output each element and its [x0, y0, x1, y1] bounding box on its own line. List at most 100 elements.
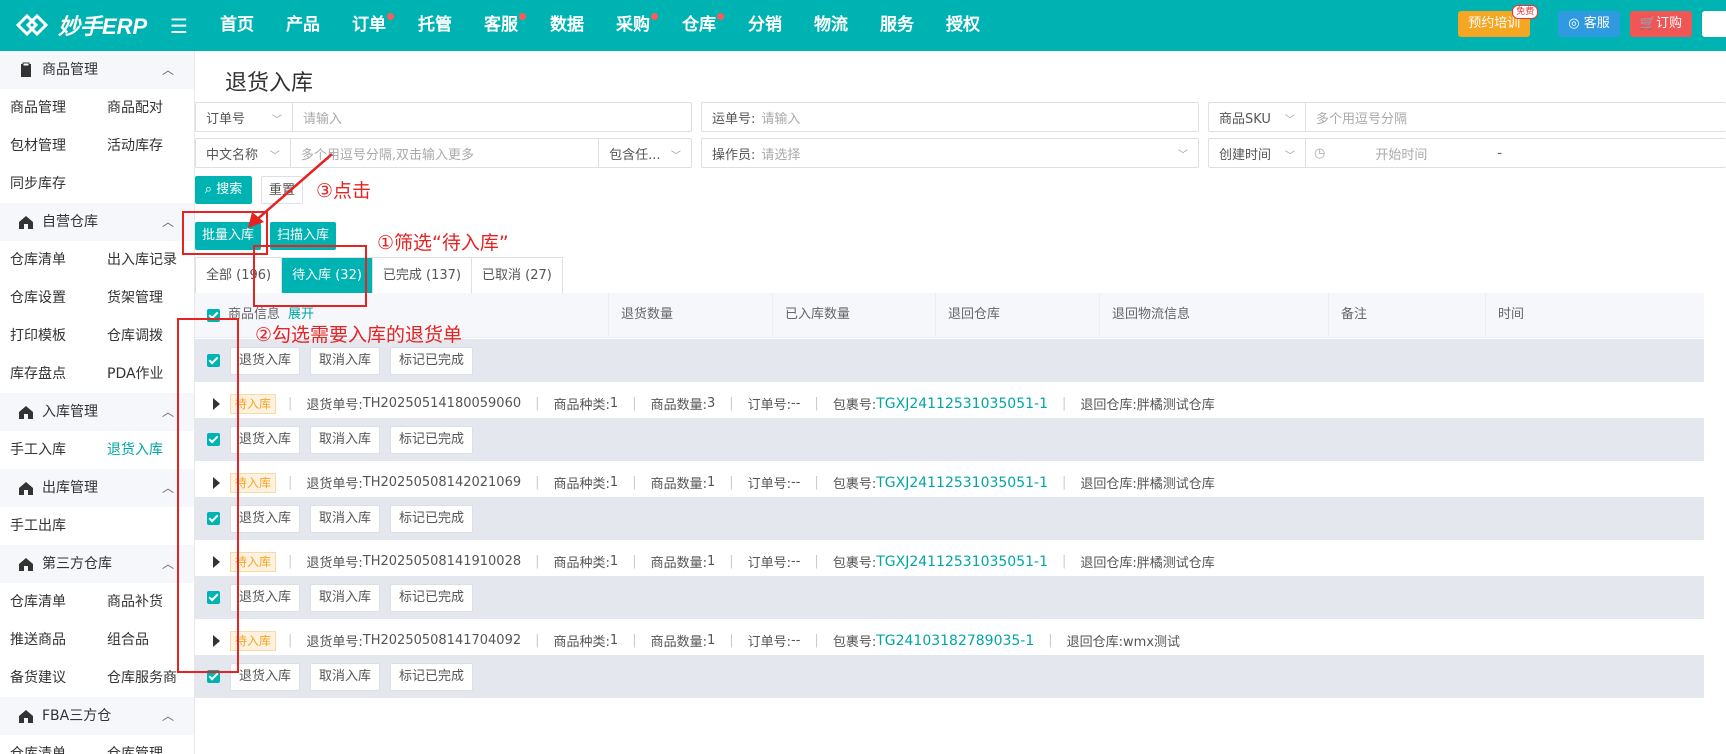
sku-filter: 商品SKU ﹀ 多个用逗号分隔: [1208, 102, 1726, 132]
cancel-in-button[interactable]: 取消入库: [310, 504, 381, 533]
nav-item[interactable]: 托管: [402, 0, 468, 51]
order-no-input[interactable]: 请输入: [293, 108, 342, 127]
mark-done-button[interactable]: 标记已完成: [390, 346, 474, 375]
status-tab[interactable]: 已取消 (27): [472, 258, 562, 294]
package-link[interactable]: TGXJ24112531035051-1: [876, 475, 1048, 491]
sidebar-group[interactable]: FBA三方仓 ︿: [0, 697, 194, 735]
sidebar-group[interactable]: 自营仓库 ︿: [0, 203, 194, 241]
sidebar-row: 手工入库 退货入库: [0, 431, 194, 469]
cancel-in-button[interactable]: 取消入库: [310, 425, 381, 454]
order-group-header: 退货入库 取消入库 标记已完成: [195, 576, 1704, 619]
clock-icon: ◷: [1314, 145, 1326, 161]
cancel-in-button[interactable]: 取消入库: [310, 583, 381, 612]
sidebar-item[interactable]: 打印模板: [0, 317, 97, 355]
order-no-select[interactable]: 订单号 ﹀: [196, 103, 293, 131]
sidebar-item[interactable]: 库存盘点: [0, 355, 97, 393]
logo[interactable]: 妙手ERP: [14, 8, 147, 42]
time-select[interactable]: 创建时间 ﹀: [1209, 139, 1306, 167]
sidebar-item[interactable]: 仓库设置: [0, 279, 97, 317]
nav-item[interactable]: 分销: [732, 0, 798, 51]
operator-filter[interactable]: 操作员: 请选择 ﹀: [701, 138, 1199, 168]
order-no-filter: 订单号 ﹀ 请输入: [195, 102, 692, 132]
package-link[interactable]: TG24103182789035-1: [876, 633, 1034, 649]
waybill-filter[interactable]: 运单号: 请输入: [701, 102, 1199, 132]
sidebar-item[interactable]: 仓库清单: [0, 241, 97, 279]
nav-item[interactable]: 授权: [930, 0, 996, 51]
chevron-up-icon: ︿: [161, 709, 174, 723]
sidebar-group[interactable]: 第三方仓库 ︿: [0, 545, 194, 583]
order-label: 订购: [1655, 16, 1682, 31]
sidebar-item[interactable]: 仓库清单: [0, 735, 97, 754]
sidebar-item[interactable]: 出入库记录: [97, 241, 194, 279]
sidebar-row: 打印模板 仓库调拨: [0, 317, 194, 355]
include-select[interactable]: 包含任... ﹀: [598, 139, 691, 167]
qty-label: 商品数量:: [650, 556, 707, 571]
order-group-header: 退货入库 取消入库 标记已完成: [195, 497, 1704, 540]
chevron-up-icon: ︿: [161, 215, 174, 229]
operator-select[interactable]: 请选择: [755, 144, 800, 163]
sidebar-item[interactable]: 商品管理: [0, 89, 97, 127]
cancel-in-button[interactable]: 取消入库: [310, 346, 381, 375]
nav-item-label: 客服: [484, 15, 518, 35]
package-link[interactable]: TGXJ24112531035051-1: [876, 554, 1048, 570]
nav-item-label: 托管: [418, 15, 452, 35]
sidebar-item[interactable]: 推送商品: [0, 621, 97, 659]
return-in-button[interactable]: 退货入库: [230, 662, 301, 691]
training-button[interactable]: 预约培训 免费: [1458, 5, 1539, 37]
sidebar-item[interactable]: 仓库清单: [0, 583, 97, 621]
wh-label: 退回仓库:: [1080, 556, 1137, 571]
customer-service-button[interactable]: ◎ 客服: [1558, 11, 1620, 37]
sidebar-item[interactable]: 仓库管理: [97, 735, 194, 754]
mark-done-button[interactable]: 标记已完成: [390, 662, 474, 691]
waybill-input[interactable]: 请输入: [755, 108, 800, 127]
sidebar-row: 库存盘点 PDA作业: [0, 355, 194, 393]
sidebar-group[interactable]: 入库管理 ︿: [0, 393, 194, 431]
order-button[interactable]: 🛒订购: [1629, 11, 1692, 37]
wh-label: 退回仓库:: [1080, 398, 1137, 413]
training-label: 预约培训: [1468, 16, 1521, 31]
time-filter: 创建时间 ﹀ ◷ 开始时间 -: [1208, 138, 1726, 168]
sidebar-group-title: 第三方仓库: [42, 556, 112, 572]
return-in-button[interactable]: 退货入库: [230, 346, 301, 375]
nav-item[interactable]: 服务: [864, 0, 930, 51]
sidebar-item[interactable]: 商品配对: [97, 89, 194, 127]
cancel-in-button[interactable]: 取消入库: [310, 662, 381, 691]
nav-item[interactable]: 物流: [798, 0, 864, 51]
start-time-input[interactable]: 开始时间: [1325, 144, 1427, 163]
return-in-button[interactable]: 退货入库: [230, 504, 301, 533]
sidebar-group[interactable]: 出库管理 ︿: [0, 469, 194, 507]
nav-item[interactable]: 客服: [468, 0, 534, 51]
sidebar-item[interactable]: 备货建议: [0, 659, 97, 697]
return-in-button[interactable]: 退货入库: [230, 583, 301, 612]
package-link[interactable]: TGXJ24112531035051-1: [876, 396, 1048, 412]
status-tab[interactable]: 已完成 (137): [373, 258, 473, 294]
sidebar-group[interactable]: 商品管理 ︿: [0, 51, 194, 89]
sku-input[interactable]: 多个用逗号分隔: [1306, 108, 1407, 127]
notification-dot: [717, 13, 724, 20]
sidebar-item[interactable]: 手工入库: [0, 431, 97, 469]
sidebar-row: 仓库清单 仓库管理: [0, 735, 194, 754]
nav-item[interactable]: 订单: [336, 0, 402, 51]
pkg-label: 包裹号:: [832, 398, 877, 413]
sidebar-item[interactable]: 活动库存: [97, 127, 194, 165]
nav-item[interactable]: 产品: [270, 0, 336, 51]
nav-item[interactable]: 采购: [600, 0, 666, 51]
sku-select[interactable]: 商品SKU ﹀: [1209, 103, 1306, 131]
menu-toggle-icon[interactable]: ☰: [170, 14, 188, 38]
nav-item[interactable]: 仓库: [666, 0, 732, 51]
mark-done-button[interactable]: 标记已完成: [390, 425, 474, 454]
warehouse: 胖橘测试仓库: [1136, 556, 1215, 571]
return-in-button[interactable]: 退货入库: [230, 425, 301, 454]
nav-item[interactable]: 首页: [204, 0, 270, 51]
cloud-icon[interactable]: [1702, 11, 1726, 37]
sidebar-item[interactable]: 同步库存: [0, 165, 97, 203]
mark-done-button[interactable]: 标记已完成: [390, 583, 474, 612]
sidebar-item[interactable]: 包材管理: [0, 127, 97, 165]
nav-item[interactable]: 数据: [534, 0, 600, 51]
time-select-label: 创建时间: [1219, 147, 1272, 163]
sidebar-item[interactable]: 手工出库: [0, 507, 97, 545]
mark-done-button[interactable]: 标记已完成: [390, 504, 474, 533]
wh-label: 退回仓库:: [1066, 635, 1124, 650]
qty-label: 商品数量:: [650, 398, 707, 413]
sidebar-item[interactable]: 货架管理: [97, 279, 194, 317]
